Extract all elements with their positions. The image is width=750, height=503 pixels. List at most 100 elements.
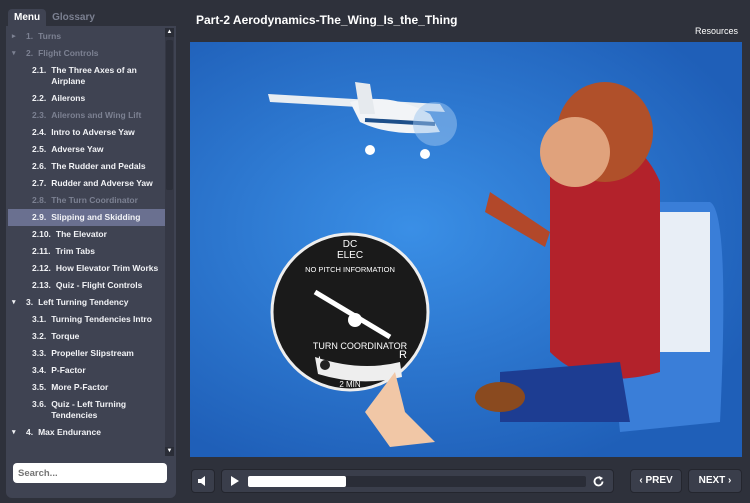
- instrument-elec: ELEC: [337, 250, 363, 261]
- menu-item-label: Slipping and Skidding: [51, 212, 141, 222]
- menu-item[interactable]: 3.5. More P-Factor: [8, 379, 165, 396]
- sidebar: Menu Glossary ▸ 1. Turns ▾ 2. Flight Controls…: [6, 6, 176, 498]
- menu-item-label: The Turn Coordinator: [51, 195, 138, 205]
- menu-item[interactable]: 2.7. Rudder and Adverse Yaw: [8, 175, 165, 192]
- menu-item[interactable]: 2.11. Trim Tabs: [8, 243, 165, 260]
- prev-button[interactable]: ‹ PREV: [630, 469, 682, 493]
- menu-item-number: 2.13.: [32, 280, 51, 290]
- menu-item-label: Ailerons: [51, 93, 86, 103]
- menu-item[interactable]: ▾ 3. Left Turning Tendency: [8, 294, 165, 311]
- menu-item[interactable]: 2.12. How Elevator Trim Works: [8, 260, 165, 277]
- collapse-arrow-icon[interactable]: ▾: [12, 297, 26, 308]
- menu-item[interactable]: 2.9. Slipping and Skidding: [8, 209, 165, 226]
- menu-item-label: Left Turning Tendency: [38, 297, 129, 307]
- menu-item-number: 3.5.: [32, 382, 47, 392]
- menu-item-label: How Elevator Trim Works: [55, 263, 159, 273]
- menu-item-number: 3.1.: [32, 314, 47, 324]
- instrument-name: TURN COORDINATOR: [313, 341, 408, 351]
- menu-item-label: Torque: [51, 331, 80, 341]
- collapse-arrow-icon[interactable]: ▾: [12, 48, 26, 59]
- instrument-min: 2 MIN: [339, 380, 361, 389]
- menu-item[interactable]: ▸ 1. Turns: [8, 28, 165, 45]
- menu-item-label: Max Endurance: [38, 427, 101, 437]
- menu-item-number: 4.: [26, 427, 34, 437]
- slide-content: DC ELEC NO PITCH INFORMATION TURN COORDI…: [190, 42, 742, 457]
- menu-item-number: 2.2.: [32, 93, 47, 103]
- chevron-right-icon: ›: [725, 475, 732, 486]
- menu-item[interactable]: 2.1. The Three Axes of an Airplane: [8, 62, 165, 90]
- menu-item-number: 2.6.: [32, 161, 47, 171]
- menu-item-number: 2.10.: [32, 229, 51, 239]
- menu-item[interactable]: 3.3. Propeller Slipstream: [8, 345, 165, 362]
- menu-item[interactable]: 3.2. Torque: [8, 328, 165, 345]
- menu-item-label: More P-Factor: [51, 382, 109, 392]
- pilot-illustration: [475, 82, 724, 432]
- tab-menu[interactable]: Menu: [8, 9, 47, 26]
- menu-item[interactable]: 2.3. Ailerons and Wing Lift: [8, 107, 165, 124]
- menu-item[interactable]: 3.4. P-Factor: [8, 362, 165, 379]
- menu-item-number: 2.: [26, 48, 34, 58]
- menu-item-number: 1.: [26, 31, 34, 41]
- menu-item-number: 3.3.: [32, 348, 47, 358]
- menu-item-number: 3.2.: [32, 331, 47, 341]
- menu-item-label: Rudder and Adverse Yaw: [51, 178, 153, 188]
- menu-item-number: 2.11.: [32, 246, 51, 256]
- expand-arrow-icon[interactable]: ▸: [12, 31, 26, 42]
- menu-item[interactable]: 2.6. The Rudder and Pedals: [8, 158, 165, 175]
- menu-item-label: The Three Axes of an Airplane: [51, 65, 137, 86]
- menu-item-label: Intro to Adverse Yaw: [51, 127, 135, 137]
- menu-item-label: P-Factor: [51, 365, 86, 375]
- menu-item[interactable]: 2.2. Ailerons: [8, 90, 165, 107]
- airplane-illustration: [268, 82, 457, 159]
- scroll-down-icon[interactable]: ▼: [165, 447, 174, 456]
- menu-item-label: The Rudder and Pedals: [51, 161, 146, 171]
- volume-button[interactable]: [191, 469, 215, 493]
- menu-item-number: 2.1.: [32, 65, 47, 75]
- menu-item-number: 2.5.: [32, 144, 47, 154]
- menu-item-label: Turns: [38, 31, 62, 41]
- resources-link[interactable]: Resources: [695, 26, 738, 36]
- menu-scrollbar[interactable]: ▲ ▼: [165, 28, 174, 456]
- play-icon[interactable]: [229, 475, 241, 487]
- menu-item[interactable]: 2.10. The Elevator: [8, 226, 165, 243]
- menu-item-label: Trim Tabs: [55, 246, 95, 256]
- menu-item[interactable]: 2.4. Intro to Adverse Yaw: [8, 124, 165, 141]
- menu-item[interactable]: ▾ 2. Flight Controls: [8, 45, 165, 62]
- replay-icon[interactable]: [592, 475, 605, 488]
- menu-item-label: Quiz - Left Turning Tendencies: [51, 399, 127, 420]
- menu-tree: ▸ 1. Turns ▾ 2. Flight Controls 2.1. The Three …: [8, 28, 165, 441]
- menu-item-label: Quiz - Flight Controls: [55, 280, 143, 290]
- menu-item-label: Ailerons and Wing Lift: [51, 110, 142, 120]
- menu-item-number: 3.: [26, 297, 34, 307]
- collapse-arrow-icon[interactable]: ▾: [12, 427, 26, 438]
- menu-item[interactable]: 3.1. Turning Tendencies Intro: [8, 311, 165, 328]
- search-input[interactable]: [13, 463, 167, 483]
- menu-item[interactable]: 2.5. Adverse Yaw: [8, 141, 165, 158]
- turn-coordinator-instrument: DC ELEC NO PITCH INFORMATION TURN COORDI…: [270, 232, 435, 447]
- menu-item-number: 3.4.: [32, 365, 47, 375]
- menu-item[interactable]: 2.8. The Turn Coordinator: [8, 192, 165, 209]
- menu-item[interactable]: 3.6. Quiz - Left Turning Tendencies: [8, 396, 165, 424]
- instrument-dc: DC: [343, 239, 357, 250]
- scroll-up-icon[interactable]: ▲: [165, 28, 174, 37]
- prev-label: PREV: [645, 475, 673, 486]
- menu-item[interactable]: ▾ 4. Max Endurance: [8, 424, 165, 441]
- menu-item-number: 2.4.: [32, 127, 47, 137]
- scrollbar-thumb[interactable]: [166, 40, 173, 190]
- menu-item-label: Propeller Slipstream: [51, 348, 134, 358]
- menu-item-number: 2.7.: [32, 178, 47, 188]
- menu-item-label: Turning Tendencies Intro: [51, 314, 152, 324]
- menu-item[interactable]: 2.13. Quiz - Flight Controls: [8, 277, 165, 294]
- menu-item-number: 3.6.: [32, 399, 47, 409]
- menu-item-label: Adverse Yaw: [51, 144, 104, 154]
- instrument-pitch: NO PITCH INFORMATION: [305, 265, 395, 274]
- menu-item-number: 2.12.: [32, 263, 51, 273]
- instrument-right: R: [399, 349, 407, 361]
- progress-track[interactable]: [248, 476, 586, 487]
- page-title: Part-2 Aerodynamics-The_Wing_Is_the_Thin…: [196, 13, 458, 27]
- menu-item-label: Flight Controls: [38, 48, 99, 58]
- next-button[interactable]: NEXT ›: [688, 469, 742, 493]
- tab-glossary[interactable]: Glossary: [46, 9, 101, 26]
- speaker-icon: [198, 476, 205, 486]
- menu-item-number: 2.9.: [32, 212, 47, 222]
